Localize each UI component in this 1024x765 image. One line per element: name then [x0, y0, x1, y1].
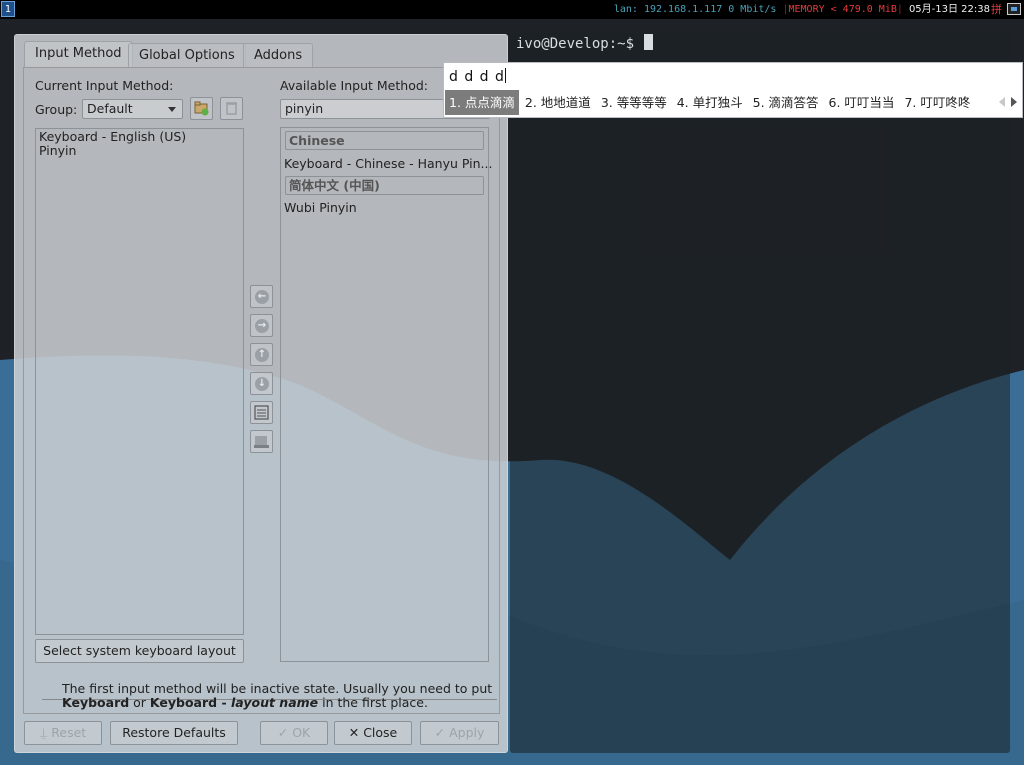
delete-group-button[interactable]: [220, 97, 243, 120]
ime-candidate[interactable]: 2. 地地道道: [521, 90, 595, 115]
list-item[interactable]: Keyboard - Chinese - Hanyu Pin...: [284, 156, 492, 171]
network-tray-icon[interactable]: [1007, 3, 1021, 15]
network-status: lan: 192.168.1.117 0 Mbit/s: [613, 4, 777, 15]
arrow-down-icon: ↓: [255, 377, 269, 391]
top-panel: 1 lan: 192.168.1.117 0 Mbit/s |MEMORY < …: [0, 0, 1024, 19]
add-group-button[interactable]: [190, 97, 213, 120]
help-keyword: Keyboard: [62, 695, 130, 710]
input-method-config-dialog: Input Method Global Options Addons Curre…: [14, 34, 508, 753]
tab-addons[interactable]: Addons: [243, 43, 314, 67]
reset-button[interactable]: ⍊ Reset: [24, 721, 102, 745]
apply-button[interactable]: ✓ Apply: [420, 721, 499, 745]
category-simplified-chinese: 简体中文 (中国): [285, 176, 484, 195]
terminal-cursor: [644, 34, 654, 50]
help-keyword: Keyboard -: [149, 695, 231, 710]
ok-label: OK: [292, 725, 311, 740]
ime-candidate[interactable]: 4. 单打独斗: [673, 90, 747, 115]
status-bar: lan: 192.168.1.117 0 Mbit/s |MEMORY < 47…: [614, 0, 990, 19]
arrow-right-icon: →: [255, 319, 269, 333]
group-select[interactable]: Default: [82, 99, 183, 119]
ime-tray-icon[interactable]: 拼: [991, 2, 1002, 17]
available-input-method-list[interactable]: Chinese Keyboard - Chinese - Hanyu Pin..…: [280, 127, 492, 662]
page-prev-icon[interactable]: [999, 97, 1005, 107]
search-input-value: pinyin: [285, 101, 324, 116]
tab-input-method[interactable]: Input Method: [24, 41, 133, 67]
arrow-left-icon: ←: [255, 290, 269, 304]
list-item[interactable]: Keyboard - English (US): [39, 129, 186, 144]
ime-candidate-list: 1. 点点滴滴 2. 地地道道 3. 等等等等 4. 单打独斗 5. 滴滴答答 6. 叮叮…: [445, 90, 976, 115]
restore-defaults-button[interactable]: Restore Defaults: [110, 721, 238, 745]
list-icon: [254, 405, 269, 420]
help-note-line1: The first input method will be inactive …: [62, 681, 493, 696]
memory-status: MEMORY < 479.0 MiB: [788, 4, 897, 15]
group-select-value: Default: [87, 101, 133, 116]
ime-cursor: [504, 68, 506, 83]
help-note: The first input method will be inactive …: [62, 682, 492, 710]
tab-panel: Current Input Method: Group: Default Key…: [23, 67, 500, 714]
group-label: Group:: [35, 102, 78, 117]
list-item[interactable]: Pinyin: [39, 143, 76, 158]
help-keyword-italic: layout name: [231, 695, 319, 710]
close-button[interactable]: ✕ Close: [334, 721, 412, 745]
ime-preedit-text: d d d d: [449, 69, 505, 85]
close-icon: ✕: [348, 725, 364, 740]
clock: 05月-13日 22:38: [908, 4, 990, 15]
arrow-up-icon: ↑: [255, 348, 269, 362]
ime-candidate[interactable]: 7. 叮叮咚咚: [900, 90, 974, 115]
check-icon: ✓: [434, 725, 450, 740]
folder-add-icon: [194, 101, 209, 116]
category-chinese: Chinese: [285, 131, 484, 150]
ime-candidate-popup: d d d d 1. 点点滴滴 2. 地地道道 3. 等等等等 4. 单打独斗 5. 滴…: [443, 62, 1023, 118]
ime-preedit: d d d d: [449, 68, 506, 85]
chevron-down-icon: [168, 107, 176, 112]
ime-candidate[interactable]: 6. 叮叮当当: [825, 90, 899, 115]
trash-icon: [226, 102, 237, 115]
current-input-method-label: Current Input Method:: [35, 78, 174, 93]
reset-label: Reset: [51, 725, 87, 740]
help-note-line2: Keyboard or Keyboard - layout name in th…: [62, 696, 492, 710]
move-right-button[interactable]: →: [250, 314, 273, 337]
move-down-button[interactable]: ↓: [250, 372, 273, 395]
help-text: or: [129, 695, 150, 710]
tab-global-options[interactable]: Global Options: [128, 43, 246, 67]
move-up-button[interactable]: ↑: [250, 343, 273, 366]
available-input-method-label: Available Input Method:: [280, 78, 428, 93]
move-left-button[interactable]: ←: [250, 285, 273, 308]
check-icon: ✓: [277, 725, 293, 740]
prompt-text: ivo@Develop:~$: [516, 36, 635, 52]
apply-label: Apply: [449, 725, 485, 740]
terminal-window[interactable]: ivo@Develop:~$: [510, 33, 1010, 753]
configure-button[interactable]: [250, 401, 273, 424]
ime-candidate[interactable]: 5. 滴滴答答: [749, 90, 823, 115]
keyboard-layout-button[interactable]: [250, 430, 273, 453]
help-text: in the first place.: [318, 695, 428, 710]
ok-button[interactable]: ✓ OK: [260, 721, 328, 745]
page-next-icon[interactable]: [1011, 97, 1017, 107]
reset-icon: ⍊: [39, 725, 52, 740]
list-item[interactable]: Wubi Pinyin: [284, 200, 357, 215]
current-input-method-list[interactable]: Keyboard - English (US) Pinyin: [35, 128, 244, 635]
select-keyboard-layout-button[interactable]: Select system keyboard layout: [35, 639, 244, 663]
terminal-prompt: ivo@Develop:~$: [516, 34, 654, 53]
workspace-button[interactable]: 1: [1, 1, 15, 17]
status-separator: |: [896, 4, 903, 15]
keyboard-icon: [254, 436, 269, 448]
ime-candidate[interactable]: 3. 等等等等: [597, 90, 671, 115]
close-label: Close: [363, 725, 398, 740]
ime-candidate[interactable]: 1. 点点滴滴: [445, 90, 519, 115]
